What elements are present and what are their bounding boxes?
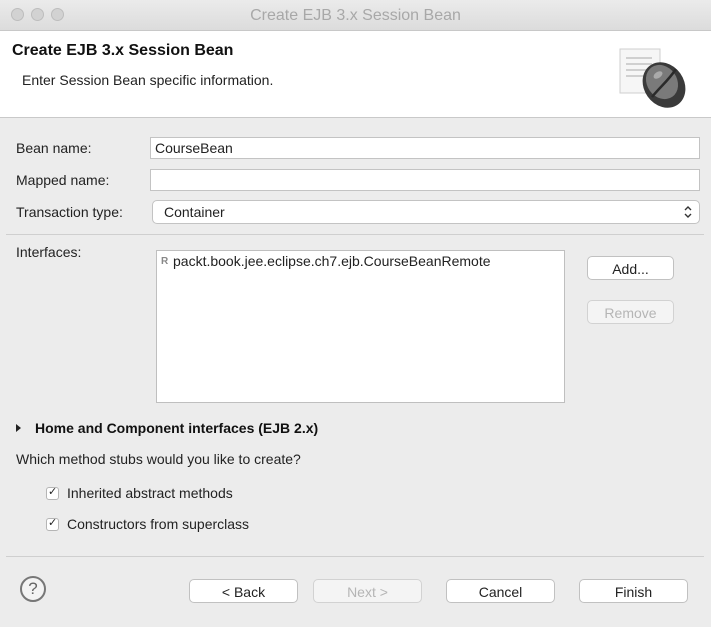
home-component-interfaces-expander[interactable]: Home and Component interfaces (EJB 2.x): [16, 420, 318, 436]
remote-interface-icon: R: [161, 255, 169, 267]
mapped-name-label: Mapped name:: [16, 172, 110, 188]
bean-name-label: Bean name:: [16, 140, 92, 156]
updown-chevron-icon: [684, 206, 692, 218]
next-button[interactable]: Next >: [313, 579, 422, 603]
checkbox-box[interactable]: ✓: [46, 485, 59, 500]
back-button[interactable]: < Back: [189, 579, 298, 603]
inherited-abstract-methods-label: Inherited abstract methods: [67, 485, 233, 501]
session-bean-banner-icon: [619, 48, 686, 108]
checkmark-icon: ✓: [48, 516, 58, 529]
constructors-from-superclass-checkbox[interactable]: ✓ Constructors from superclass: [46, 516, 249, 532]
expand-triangle-icon: [16, 424, 21, 432]
add-interface-button[interactable]: Add...: [587, 256, 674, 280]
window-title: Create EJB 3.x Session Bean: [250, 7, 461, 24]
finish-button[interactable]: Finish: [579, 579, 688, 603]
mapped-name-input[interactable]: [150, 169, 700, 191]
home-component-interfaces-label: Home and Component interfaces (EJB 2.x): [35, 420, 319, 436]
cancel-button[interactable]: Cancel: [446, 579, 555, 603]
interfaces-list[interactable]: R packt.book.jee.eclipse.ch7.ejb.CourseB…: [156, 250, 565, 403]
transaction-type-select[interactable]: Container: [152, 200, 700, 224]
footer-separator: [6, 556, 704, 557]
interfaces-label: Interfaces:: [16, 244, 82, 260]
interface-name: packt.book.jee.eclipse.ch7.ejb.CourseBea…: [173, 253, 491, 269]
bean-name-input[interactable]: [150, 137, 700, 159]
wizard-header: Create EJB 3.x Session Bean Enter Sessio…: [0, 31, 711, 118]
constructors-from-superclass-label: Constructors from superclass: [67, 516, 250, 532]
wizard-description: Enter Session Bean specific information.: [22, 72, 274, 88]
dialog-window: Create EJB 3.x Session Bean Create EJB 3…: [0, 0, 711, 627]
help-icon[interactable]: ?: [20, 576, 46, 602]
method-stubs-question: Which method stubs would you like to cre…: [16, 451, 301, 467]
checkmark-icon: ✓: [48, 485, 58, 498]
inherited-abstract-methods-checkbox[interactable]: ✓ Inherited abstract methods: [46, 485, 233, 501]
transaction-type-value: Container: [164, 204, 225, 220]
list-item[interactable]: R packt.book.jee.eclipse.ch7.ejb.CourseB…: [161, 253, 491, 269]
title-bar: Create EJB 3.x Session Bean: [0, 0, 711, 31]
checkbox-box[interactable]: ✓: [46, 516, 59, 531]
separator: [6, 234, 704, 235]
transaction-type-label: Transaction type:: [16, 204, 123, 220]
wizard-title: Create EJB 3.x Session Bean: [12, 42, 234, 59]
remove-interface-button[interactable]: Remove: [587, 300, 674, 324]
